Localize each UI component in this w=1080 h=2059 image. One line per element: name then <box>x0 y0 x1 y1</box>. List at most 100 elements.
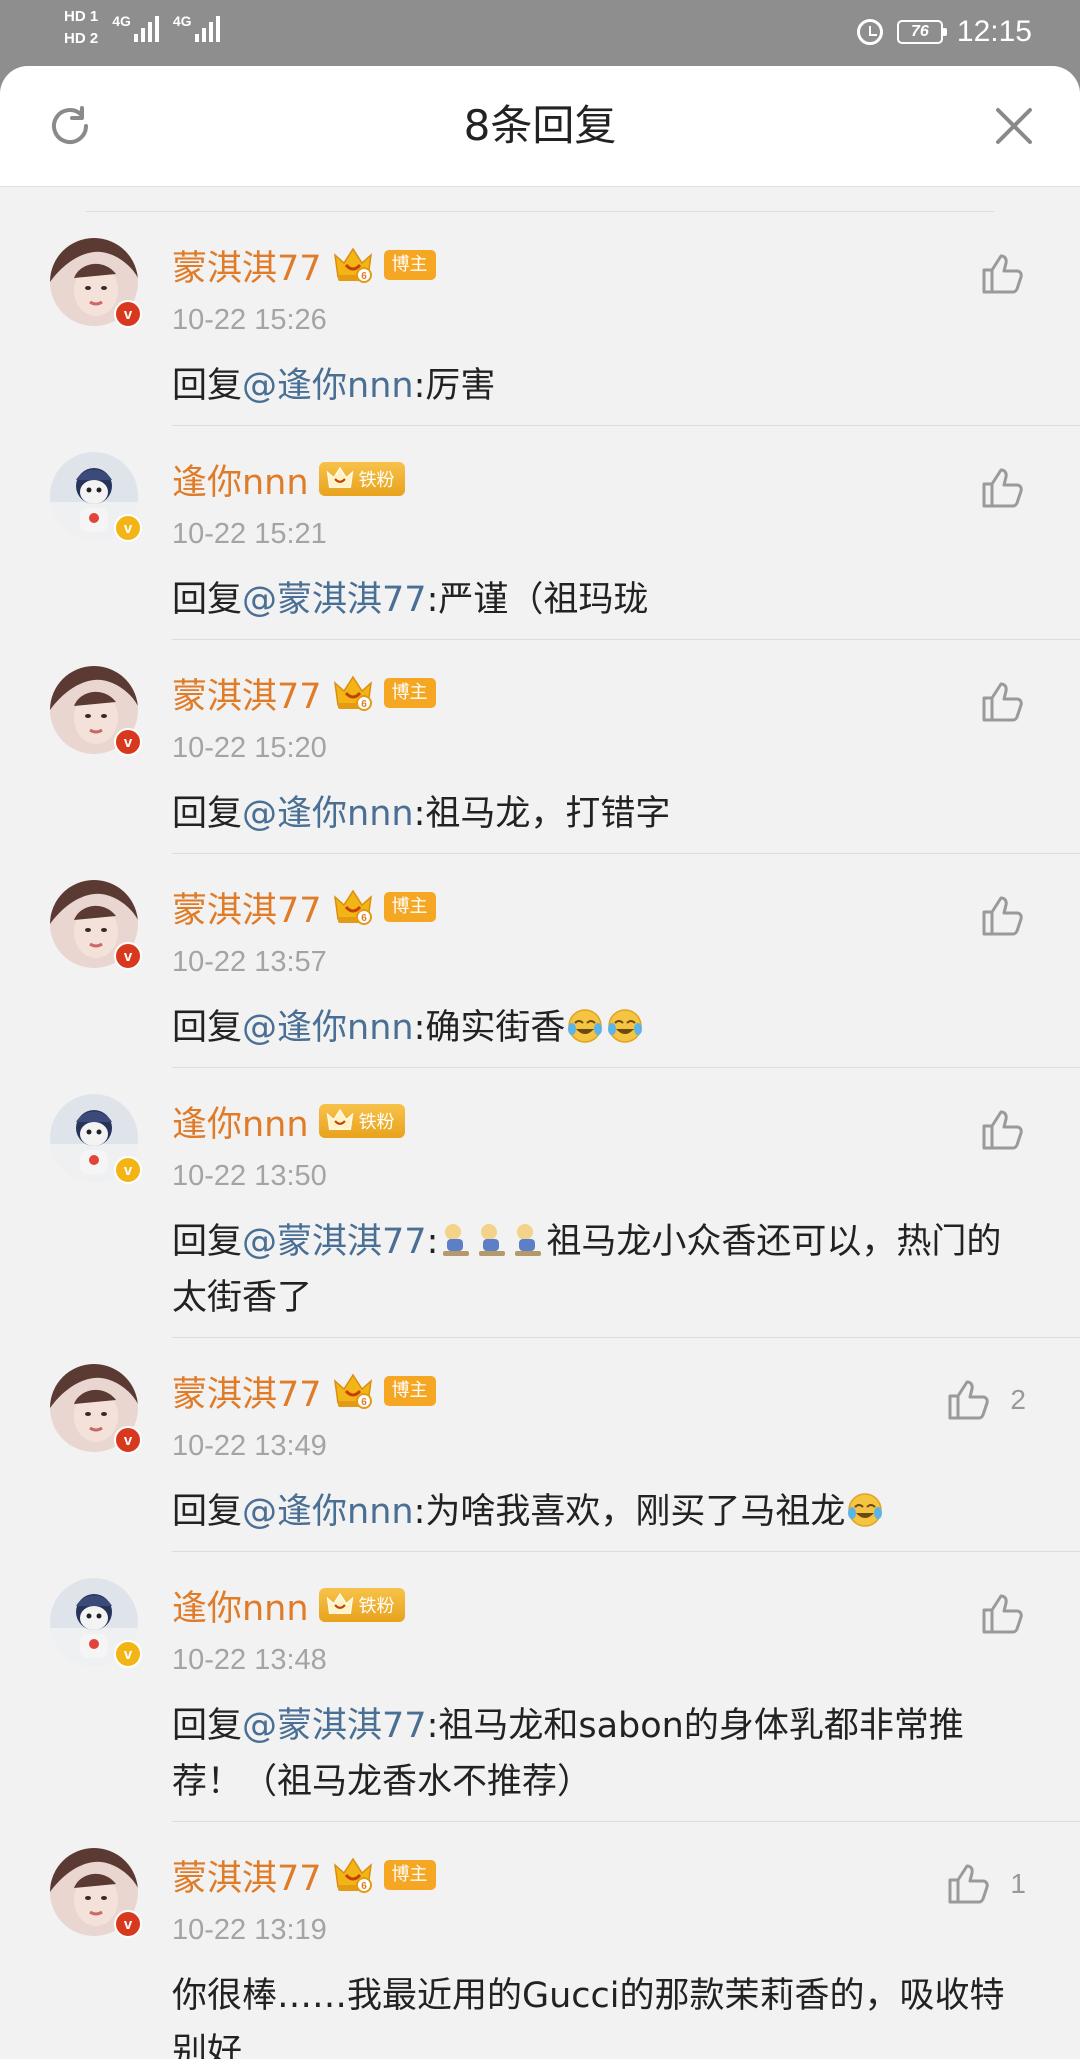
author-name[interactable]: 逢你nnn <box>172 1580 309 1631</box>
comment-item[interactable]: v 逢你nnn 铁粉 10-22 13:48 回复@蒙淇淇77:祖马龙和sabon的身体… <box>0 1552 1080 1822</box>
signal-1-icon: 4G <box>112 14 159 42</box>
like-button[interactable] <box>980 680 1026 724</box>
comment-text: :为啥我喜欢，刚买了马祖龙 <box>413 1492 846 1532</box>
replies-sheet: 8条回复 v 蒙淇淇77 6 博主 10-22 15:26 回复@逢你nnn:厉害 v 逢你n… <box>0 66 1080 2059</box>
mention-link[interactable]: @逢你nnn <box>242 1008 414 1048</box>
crown-icon <box>326 466 353 488</box>
verified-icon: v <box>114 728 142 756</box>
verified-icon: v <box>114 514 142 542</box>
author-name[interactable]: 蒙淇淇77 <box>172 882 322 933</box>
like-count: 2 <box>1010 1384 1026 1415</box>
verified-icon: v <box>114 1640 142 1668</box>
reply-prefix: 回复 <box>172 1008 243 1048</box>
reply-prefix: 回复 <box>172 1706 243 1746</box>
avatar[interactable]: v <box>50 880 142 970</box>
like-count: 1 <box>1010 1868 1026 1899</box>
author-name[interactable]: 蒙淇淇77 <box>172 240 322 291</box>
alarm-icon <box>856 19 883 45</box>
signal-2-icon: 4G <box>173 14 220 42</box>
avatar[interactable]: v <box>50 666 142 756</box>
comment-text: :严谨（祖玛珑 <box>426 580 649 620</box>
comment-time: 10-22 13:49 <box>172 1430 327 1462</box>
close-icon[interactable] <box>992 104 1036 148</box>
svg-text:6: 6 <box>361 1881 367 1892</box>
mention-link[interactable]: @逢你nnn <box>242 794 414 834</box>
like-button[interactable]: 1 <box>946 1862 1026 1906</box>
iron-fan-badge: 铁粉 <box>318 1104 405 1138</box>
comment-time: 10-22 15:20 <box>172 732 327 764</box>
thumbs-up-icon <box>982 1594 1023 1634</box>
reply-prefix: 回复 <box>172 794 243 834</box>
like-button[interactable] <box>980 1592 1026 1636</box>
comment-time: 10-22 13:19 <box>172 1914 327 1946</box>
kneel-emoji <box>443 1224 470 1256</box>
crown-icon <box>326 1592 353 1614</box>
comment-body: 你很棒……我最近用的Gucci的那款茉莉香的，吸收特别好 <box>172 1968 1010 2059</box>
avatar[interactable]: v <box>50 1094 142 1184</box>
like-button[interactable] <box>980 894 1026 938</box>
avatar[interactable]: v <box>50 1364 142 1454</box>
author-name[interactable]: 逢你nnn <box>172 454 309 505</box>
crown-icon: 6 <box>333 889 372 925</box>
avatar[interactable]: v <box>50 1578 142 1668</box>
verified-icon: v <box>114 1426 142 1454</box>
avatar[interactable]: v <box>50 1848 142 1938</box>
like-button[interactable] <box>980 466 1026 510</box>
kneel-emoji <box>515 1224 542 1256</box>
blogger-badge: 博主 <box>383 678 436 708</box>
thumbs-up-icon <box>948 1864 990 1904</box>
comment-item[interactable]: v 蒙淇淇77 6 博主 10-22 13:19 你很棒……我最近用的Gucci的那款茉莉… <box>0 1822 1080 2059</box>
comment-item[interactable]: v 蒙淇淇77 6 博主 10-22 13:49 回复@逢你nnn:为啥我喜欢，刚买了马祖… <box>0 1338 1080 1552</box>
comment-item[interactable]: v 蒙淇淇77 6 博主 10-22 13:57 回复@逢你nnn:确实街香 <box>0 854 1080 1068</box>
comment-time: 10-22 15:26 <box>172 304 327 336</box>
reply-prefix: 回复 <box>172 366 243 406</box>
like-button[interactable] <box>980 252 1026 296</box>
reply-prefix: 回复 <box>172 1222 243 1262</box>
verified-icon: v <box>114 942 142 970</box>
mention-link[interactable]: @逢你nnn <box>242 366 414 406</box>
comment-item[interactable]: v 蒙淇淇77 6 博主 10-22 15:26 回复@逢你nnn:厉害 <box>0 212 1080 426</box>
laugh-cry-emoji <box>568 1009 603 1043</box>
status-time: 12:15 <box>956 15 1032 48</box>
author-name[interactable]: 蒙淇淇77 <box>172 668 322 719</box>
comment-item[interactable]: v 逢你nnn 铁粉 10-22 13:50 回复@蒙淇淇77: 祖马龙小众香还可以，热门… <box>0 1068 1080 1338</box>
hd2-indicator: HD 2 <box>64 30 99 47</box>
comment-item[interactable]: v 逢你nnn 铁粉 10-22 15:21 回复@蒙淇淇77:严谨（祖玛珑 <box>0 426 1080 640</box>
sheet-header: 8条回复 <box>0 66 1080 187</box>
avatar[interactable]: v <box>50 238 142 328</box>
comment-body: 回复@逢你nnn:为啥我喜欢，刚买了马祖龙 <box>172 1484 1010 1540</box>
comment-time: 10-22 13:57 <box>172 946 327 978</box>
reply-prefix: 回复 <box>172 580 243 620</box>
mention-link[interactable]: @蒙淇淇77 <box>242 580 427 620</box>
thumbs-up-icon <box>948 1380 990 1420</box>
mention-link[interactable]: @逢你nnn <box>242 1492 414 1532</box>
crown-icon: 6 <box>333 247 372 283</box>
svg-text:6: 6 <box>361 271 367 282</box>
svg-text:6: 6 <box>361 699 367 710</box>
comment-time: 10-22 13:48 <box>172 1644 327 1676</box>
thumbs-up-icon <box>982 896 1023 936</box>
comment-body: 回复@蒙淇淇77:祖马龙和sabon的身体乳都非常推荐！（祖马龙香水不推荐） <box>172 1698 1010 1810</box>
author-name[interactable]: 逢你nnn <box>172 1096 309 1147</box>
comment-text: :祖马龙，打错字 <box>413 794 671 834</box>
hd1-indicator: HD 1 <box>64 8 99 25</box>
thumbs-up-icon <box>982 1110 1023 1150</box>
author-name[interactable]: 蒙淇淇77 <box>172 1366 322 1417</box>
comment-text: : <box>426 1222 439 1262</box>
comment-body: 回复@蒙淇淇77: 祖马龙小众香还可以，热门的太街香了 <box>172 1214 1010 1326</box>
verified-icon: v <box>114 300 142 328</box>
like-button[interactable] <box>980 1108 1026 1152</box>
mention-link[interactable]: @蒙淇淇77 <box>242 1706 427 1746</box>
avatar[interactable]: v <box>50 452 142 542</box>
crown-icon: 6 <box>333 1857 372 1893</box>
iron-fan-badge: 铁粉 <box>318 462 405 496</box>
blogger-badge: 博主 <box>383 1376 436 1406</box>
blogger-badge: 博主 <box>383 1860 436 1890</box>
comment-item[interactable]: v 蒙淇淇77 6 博主 10-22 15:20 回复@逢你nnn:祖马龙，打错字 <box>0 640 1080 854</box>
like-button[interactable]: 2 <box>946 1378 1026 1422</box>
reply-prefix: 回复 <box>172 1492 243 1532</box>
mention-link[interactable]: @蒙淇淇77 <box>242 1222 427 1262</box>
author-name[interactable]: 蒙淇淇77 <box>172 1850 322 1901</box>
comment-body: 回复@逢你nnn:确实街香 <box>172 1000 1010 1056</box>
comment-body: 回复@逢你nnn:祖马龙，打错字 <box>172 786 1010 842</box>
